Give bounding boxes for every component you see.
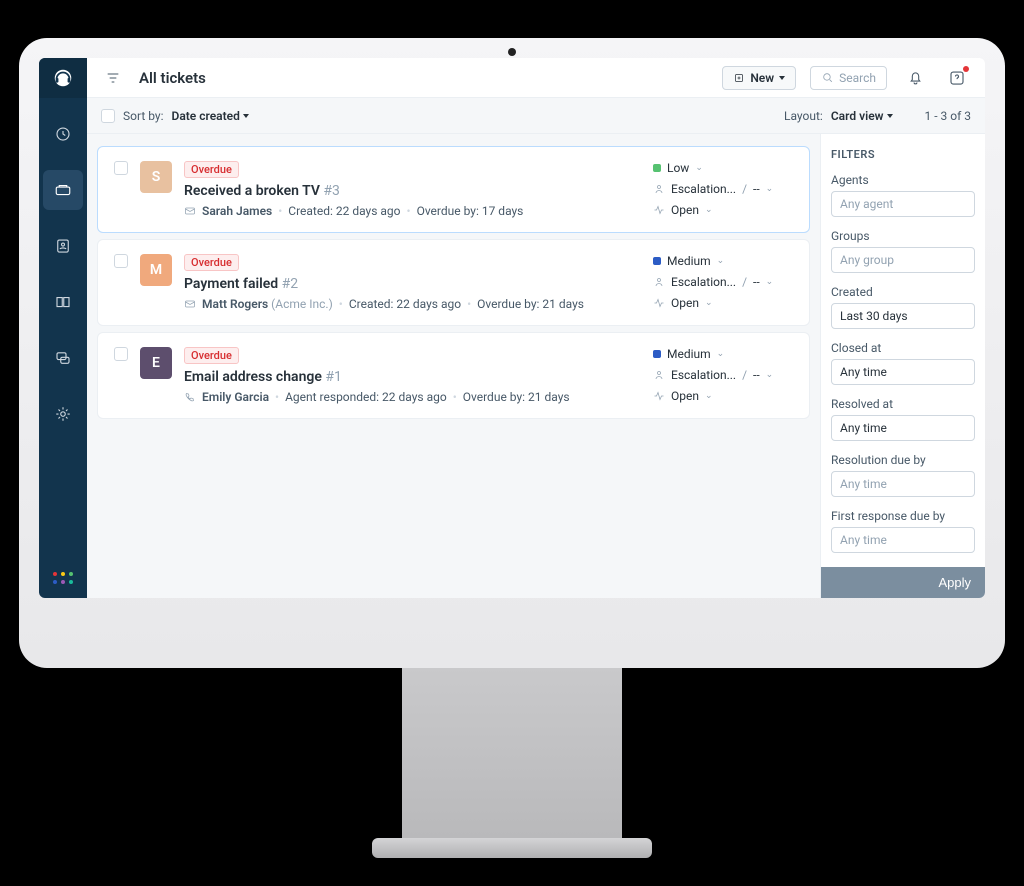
filter-select[interactable]: Any time: [831, 359, 975, 385]
view-filter-icon[interactable]: [101, 66, 125, 90]
filter-label: First response due by: [831, 509, 975, 523]
filter-label: Closed at: [831, 341, 975, 355]
nav-knowledge[interactable]: [43, 282, 83, 322]
nav-dashboard[interactable]: [43, 114, 83, 154]
nav-rail: [39, 58, 87, 598]
ticket-list: S Overdue Received a broken TV #3 Sarah Jam…: [87, 134, 820, 598]
filter-label: Created: [831, 285, 975, 299]
overdue-badge: Overdue: [184, 347, 239, 364]
app-switcher[interactable]: [51, 558, 75, 598]
ticket-card[interactable]: M Overdue Payment failed #2 Matt Rogers (Ac…: [97, 239, 810, 326]
ticket-meta: Emily Garcia•Agent responded: 22 days ag…: [184, 390, 641, 404]
filter-select[interactable]: Last 30 days: [831, 303, 975, 329]
avatar: M: [140, 254, 172, 286]
filter-label: Agents: [831, 173, 975, 187]
ticket-title[interactable]: Received a broken TV #3: [184, 183, 641, 199]
sort-dropdown[interactable]: Date created: [172, 109, 249, 123]
layout-dropdown[interactable]: Card view: [831, 109, 893, 123]
priority-dropdown[interactable]: Medium ⌄: [653, 254, 793, 268]
escalation-dropdown[interactable]: Escalation... / -- ⌄: [653, 275, 793, 289]
ticket-title[interactable]: Payment failed #2: [184, 276, 641, 292]
contact-name: Matt Rogers (Acme Inc.): [202, 297, 333, 311]
page-title: All tickets: [139, 69, 708, 87]
notifications-icon[interactable]: [901, 64, 929, 92]
search-button[interactable]: Search: [810, 66, 887, 90]
apply-filters-button[interactable]: Apply: [821, 567, 985, 598]
ticket-meta: Matt Rogers (Acme Inc.)•Created: 22 days…: [184, 297, 641, 311]
filter-select[interactable]: Any agent: [831, 191, 975, 217]
priority-dropdown[interactable]: Low ⌄: [653, 161, 793, 175]
ticket-meta: Sarah James•Created: 22 days ago•Overdue…: [184, 204, 641, 218]
status-dropdown[interactable]: Open ⌄: [653, 203, 793, 217]
escalation-dropdown[interactable]: Escalation... / -- ⌄: [653, 368, 793, 382]
overdue-badge: Overdue: [184, 254, 239, 271]
filters-panel: FILTERS Agents Any agent Groups Any group Cr…: [820, 134, 985, 598]
ticket-checkbox[interactable]: [114, 161, 128, 175]
avatar: S: [140, 161, 172, 193]
sort-label: Sort by:: [123, 109, 164, 123]
pagination-text: 1 - 3 of 3: [925, 109, 971, 123]
nav-contacts[interactable]: [43, 226, 83, 266]
escalation-dropdown[interactable]: Escalation... / -- ⌄: [653, 182, 793, 196]
topbar: All tickets New Search: [87, 58, 985, 98]
ticket-title[interactable]: Email address change #1: [184, 369, 641, 385]
filter-select[interactable]: Any time: [831, 415, 975, 441]
nav-tickets[interactable]: [43, 170, 83, 210]
ticket-card[interactable]: S Overdue Received a broken TV #3 Sarah Jam…: [97, 146, 810, 233]
list-toolbar: Sort by: Date created Layout: Card view …: [87, 98, 985, 134]
new-button[interactable]: New: [722, 66, 796, 90]
ticket-checkbox[interactable]: [114, 254, 128, 268]
ticket-card[interactable]: E Overdue Email address change #1 Emily Gar…: [97, 332, 810, 419]
avatar: E: [140, 347, 172, 379]
filter-label: Resolution due by: [831, 453, 975, 467]
ticket-checkbox[interactable]: [114, 347, 128, 361]
brand-logo[interactable]: [39, 58, 87, 98]
filter-select[interactable]: Any group: [831, 247, 975, 273]
nav-settings[interactable]: [43, 394, 83, 434]
status-dropdown[interactable]: Open ⌄: [653, 389, 793, 403]
contact-name: Emily Garcia: [202, 390, 269, 404]
filter-select[interactable]: Any time: [831, 527, 975, 553]
filter-select[interactable]: Any time: [831, 471, 975, 497]
priority-dropdown[interactable]: Medium ⌄: [653, 347, 793, 361]
filter-label: Resolved at: [831, 397, 975, 411]
overdue-badge: Overdue: [184, 161, 239, 178]
select-all-checkbox[interactable]: [101, 109, 115, 123]
layout-label: Layout:: [784, 109, 823, 123]
contact-name: Sarah James: [202, 204, 272, 218]
nav-chat[interactable]: [43, 338, 83, 378]
filters-heading: FILTERS: [831, 148, 975, 161]
filter-label: Groups: [831, 229, 975, 243]
status-dropdown[interactable]: Open ⌄: [653, 296, 793, 310]
help-icon[interactable]: [943, 64, 971, 92]
